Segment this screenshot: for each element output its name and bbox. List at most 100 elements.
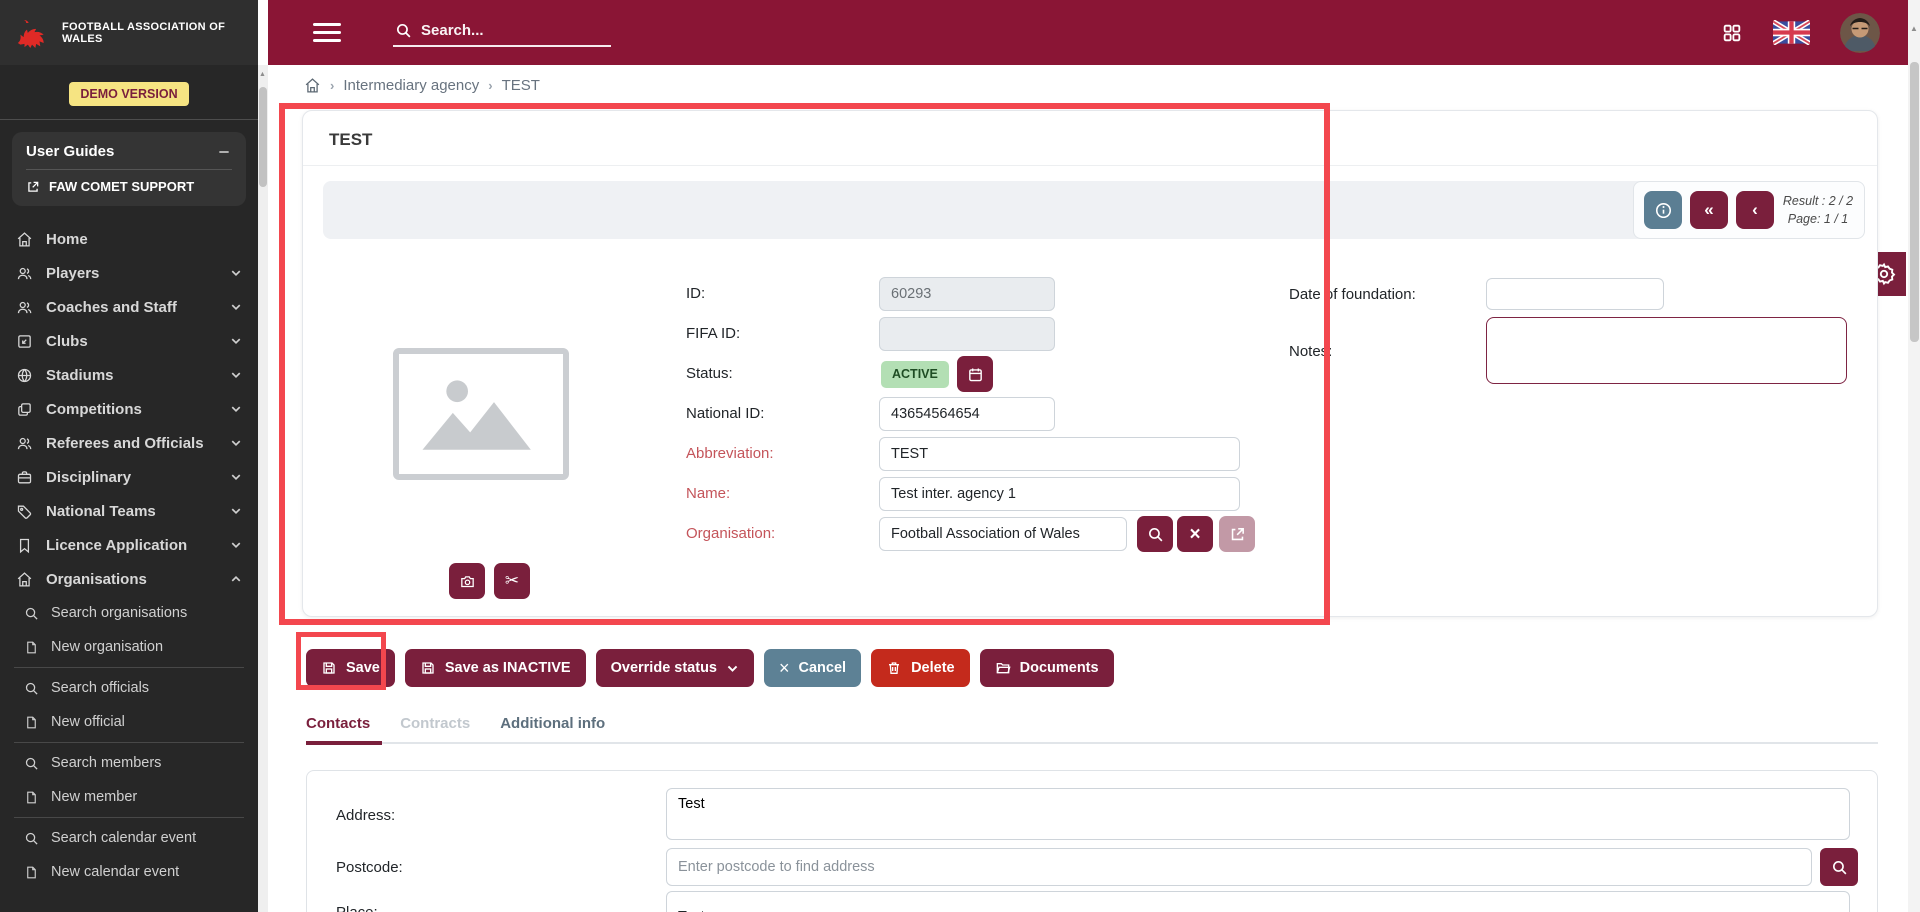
sidebar-item-new-official[interactable]: New official (0, 705, 258, 739)
scroll-up-icon[interactable]: ▲ (259, 71, 266, 78)
trash-icon (886, 660, 902, 676)
foundation-date-field[interactable] (1486, 278, 1664, 310)
home-icon (16, 571, 33, 588)
sidebar-item-new-calendar-event[interactable]: New calendar event (0, 855, 258, 889)
sidebar-item-clubs[interactable]: Clubs (0, 324, 258, 358)
page-scrollbar[interactable]: ▲ (1908, 0, 1920, 912)
home-icon[interactable] (304, 77, 321, 94)
delete-button[interactable]: Delete (871, 649, 970, 687)
sidebar-item-new-member[interactable]: New member (0, 780, 258, 814)
place-label: Place: (336, 904, 378, 912)
notes-field[interactable] (1486, 317, 1847, 384)
foundation-date-label: Date of foundation: (1289, 278, 1416, 312)
main-content: › Intermediary agency › TEST TEST « ‹ Re… (268, 65, 1908, 912)
sidebar-item-competitions[interactable]: Competitions (0, 392, 258, 426)
user-guides-card: User Guides FAW COMET SUPPORT (12, 132, 246, 206)
sidebar-item-organisations[interactable]: Organisations (0, 562, 258, 596)
sidebar-item-new-organisation[interactable]: New organisation (0, 630, 258, 664)
brand-header: FOOTBALL ASSOCIATION OF WALES (0, 0, 258, 65)
close-icon: × (779, 659, 790, 677)
sidebar-item-home[interactable]: Home (0, 222, 258, 256)
documents-button[interactable]: Documents (980, 649, 1114, 687)
sidebar-item-disciplinary[interactable]: Disciplinary (0, 460, 258, 494)
override-status-button[interactable]: Override status (596, 649, 754, 687)
breadcrumb-intermediary-agency[interactable]: Intermediary agency (343, 77, 479, 94)
search-input[interactable] (421, 22, 591, 39)
id-field (879, 277, 1055, 311)
abbreviation-field[interactable] (879, 437, 1240, 471)
previous-result-button[interactable]: ‹ (1736, 191, 1774, 229)
place-field[interactable] (666, 891, 1850, 912)
user-avatar[interactable] (1840, 13, 1880, 53)
contacts-panel: Address: Postcode: Place: (306, 770, 1878, 912)
chevron-down-icon (230, 437, 242, 449)
address-field[interactable] (666, 788, 1850, 840)
save-icon (321, 660, 337, 676)
fifa-id-label: FIFA ID: (686, 317, 740, 351)
demo-version-badge: DEMO VERSION (69, 82, 188, 106)
scroll-up-icon[interactable]: ▲ (1910, 24, 1918, 33)
postcode-search-button[interactable] (1820, 848, 1858, 886)
sidebar-scrollbar-thumb[interactable] (259, 87, 267, 187)
save-button[interactable]: Save (306, 649, 395, 687)
sidebar-divider (0, 119, 258, 120)
search-icon (24, 756, 39, 771)
page-scrollbar-thumb[interactable] (1910, 62, 1919, 342)
collapse-minus-icon[interactable] (216, 144, 232, 160)
sidebar-item-stadiums[interactable]: Stadiums (0, 358, 258, 392)
id-label: ID: (686, 277, 705, 311)
cancel-button[interactable]: × Cancel (764, 649, 861, 687)
organisation-open-button[interactable] (1219, 516, 1255, 552)
file-icon (24, 865, 39, 880)
global-search (393, 19, 611, 47)
info-button[interactable] (1644, 191, 1682, 229)
upload-photo-button[interactable] (449, 563, 485, 599)
sidebar-item-referees-and-officials[interactable]: Referees and Officials (0, 426, 258, 460)
name-field[interactable] (879, 477, 1240, 511)
postcode-label: Postcode: (336, 859, 403, 876)
external-link-icon (26, 180, 40, 194)
organisation-search-button[interactable] (1137, 516, 1173, 552)
notes-label: Notes: (1289, 335, 1332, 369)
status-label: Status: (686, 357, 733, 391)
organisation-clear-button[interactable]: × (1177, 516, 1213, 552)
search-icon (1831, 859, 1848, 876)
postcode-field[interactable] (666, 848, 1812, 886)
sidebar-scrollbar[interactable]: ▲ (258, 65, 268, 912)
first-result-button[interactable]: « (1690, 191, 1728, 229)
record-toolbar (323, 181, 1857, 239)
sidebar-item-search-calendar-event[interactable]: Search calendar event (0, 821, 258, 855)
uk-flag-language-icon[interactable] (1773, 20, 1810, 45)
sidebar-item-search-members[interactable]: Search members (0, 746, 258, 780)
faw-dragon-logo-icon (12, 13, 52, 53)
status-history-button[interactable] (957, 356, 993, 392)
tab-contracts[interactable]: Contracts (400, 715, 470, 732)
result-page-indicator: Result : 2 / 2 Page: 1 / 1 (1782, 192, 1854, 228)
address-label: Address: (336, 807, 395, 824)
search-icon (1147, 526, 1164, 543)
sidebar-item-search-officials[interactable]: Search officials (0, 671, 258, 705)
breadcrumb-test[interactable]: TEST (502, 77, 540, 94)
apps-grid-icon[interactable] (1721, 22, 1743, 44)
crop-photo-button[interactable]: ✂ (494, 563, 530, 599)
chevron-down-icon (230, 471, 242, 483)
search-icon (24, 831, 39, 846)
search-icon (24, 606, 39, 621)
tab-additional-info[interactable]: Additional info (500, 715, 605, 732)
save-as-inactive-button[interactable]: Save as INACTIVE (405, 649, 586, 687)
sidebar-item-national-teams[interactable]: National Teams (0, 494, 258, 528)
name-label: Name: (686, 477, 730, 511)
faw-comet-support-link[interactable]: FAW COMET SUPPORT (26, 179, 232, 194)
folder-icon (995, 660, 1011, 676)
sidebar-item-licence-application[interactable]: Licence Application (0, 528, 258, 562)
sidebar-item-search-organisations[interactable]: Search organisations (0, 596, 258, 630)
chevron-down-icon (230, 505, 242, 517)
national-id-field[interactable] (879, 397, 1055, 431)
tab-contacts[interactable]: Contacts (306, 715, 370, 732)
hamburger-menu-icon[interactable] (313, 18, 341, 47)
file-icon (24, 715, 39, 730)
sidebar-item-players[interactable]: Players (0, 256, 258, 290)
organisation-field[interactable] (879, 517, 1127, 551)
sidebar-item-coaches-and-staff[interactable]: Coaches and Staff (0, 290, 258, 324)
chevron-down-icon (230, 539, 242, 551)
